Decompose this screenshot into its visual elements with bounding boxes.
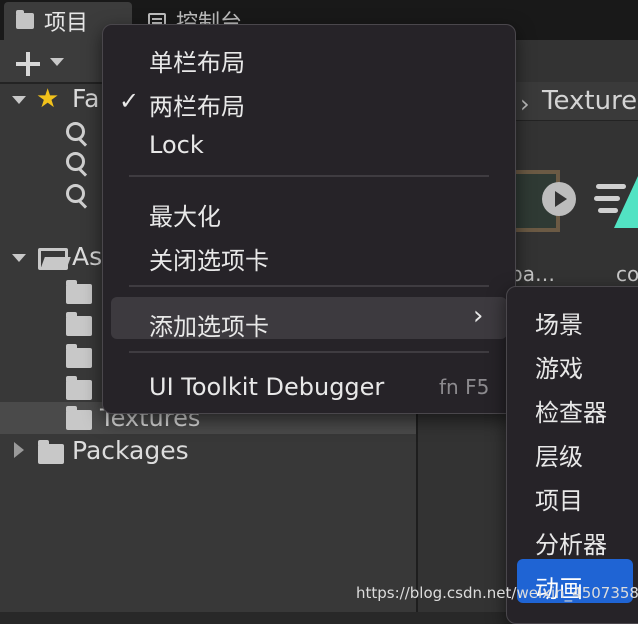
menu-item-ui-toolkit-debugger[interactable]: UI Toolkit Debugger — [149, 373, 384, 401]
menu-separator — [129, 351, 489, 353]
animation-clip-icon[interactable] — [594, 176, 638, 228]
tree-item-packages[interactable]: Packages — [72, 436, 189, 465]
foldout-favorites-icon[interactable] — [12, 96, 26, 104]
checkmark-icon: ✓ — [119, 87, 140, 115]
asset-label: pa… — [510, 262, 555, 286]
submenu-item-hierarchy[interactable]: 层级 — [535, 437, 583, 472]
submenu-item-scene[interactable]: 场景 — [535, 305, 583, 340]
menu-item-two-column[interactable]: 两栏布局 — [149, 87, 245, 122]
folder-icon — [16, 10, 34, 29]
tree-item-favorites[interactable]: Fa — [72, 84, 99, 113]
breadcrumb-item-textures[interactable]: Texture — [542, 86, 637, 116]
submenu-item-project[interactable]: 项目 — [535, 481, 583, 516]
folder-open-icon — [38, 248, 68, 270]
submenu-item-game[interactable]: 游戏 — [535, 349, 583, 384]
folder-icon[interactable] — [66, 312, 92, 336]
search-icon[interactable] — [66, 152, 88, 180]
add-asset-button[interactable] — [10, 46, 70, 78]
play-icon[interactable] — [542, 182, 576, 216]
submenu-arrow-icon: › — [473, 301, 484, 331]
folder-icon[interactable] — [66, 344, 92, 368]
menu-item-lock[interactable]: Lock — [149, 131, 204, 159]
folder-icon — [66, 406, 92, 430]
menu-separator — [129, 175, 489, 177]
submenu-item-inspector[interactable]: 检查器 — [535, 393, 607, 428]
foldout-packages-icon[interactable] — [14, 442, 24, 458]
breadcrumb-separator-icon: › — [520, 90, 530, 118]
folder-icon — [38, 440, 64, 464]
submenu-item-profiler[interactable]: 分析器 — [535, 525, 607, 560]
folder-icon[interactable] — [66, 376, 92, 400]
folder-icon[interactable] — [66, 280, 92, 304]
menu-item-single-column[interactable]: 单栏布局 — [149, 43, 245, 78]
plus-icon — [16, 52, 40, 76]
foldout-assets-icon[interactable] — [12, 254, 26, 262]
search-icon[interactable] — [66, 122, 88, 150]
search-icon[interactable] — [66, 184, 88, 212]
menu-item-add-tab[interactable]: 添加选项卡 — [149, 307, 269, 342]
asset-label: co — [616, 262, 638, 286]
menu-item-close-tab[interactable]: 关闭选项卡 — [149, 241, 269, 276]
tree-item-assets[interactable]: As — [72, 242, 102, 271]
tab-label: 项目 — [44, 11, 89, 36]
context-menu: 单栏布局 ✓ 两栏布局 Lock 最大化 关闭选项卡 添加选项卡 › UI To… — [102, 24, 516, 414]
star-icon: ★ — [36, 84, 60, 114]
menu-item-maximize[interactable]: 最大化 — [149, 197, 221, 232]
watermark-text: https://blog.csdn.net/weixin_45073589 — [356, 584, 638, 602]
add-tab-submenu: 场景 游戏 检查器 层级 项目 分析器 动画 — [506, 286, 638, 624]
shortcut-label: fn F5 — [439, 375, 490, 399]
menu-separator — [129, 285, 489, 287]
chevron-down-icon — [50, 58, 64, 66]
